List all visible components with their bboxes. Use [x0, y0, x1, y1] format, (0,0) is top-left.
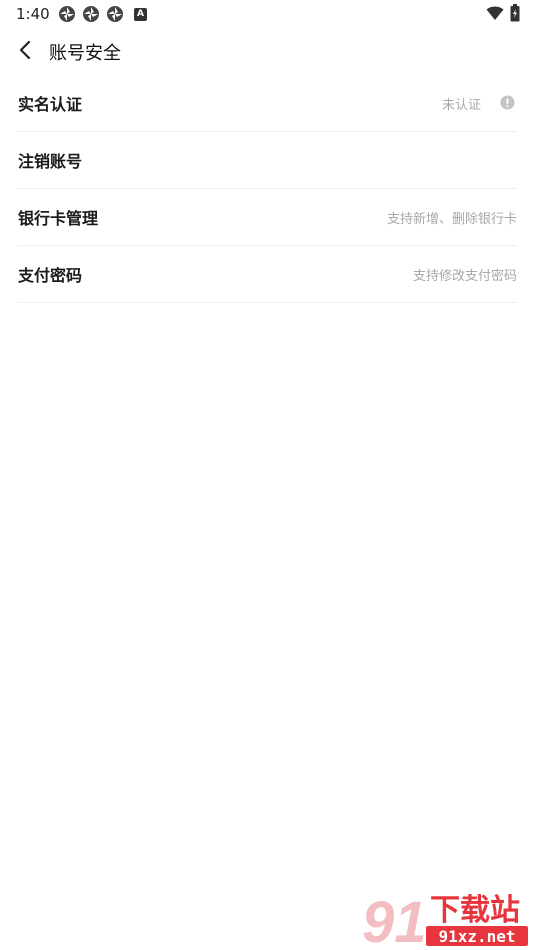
status-time: 1:40: [16, 5, 50, 23]
settings-item-label: 注销账号: [18, 152, 83, 171]
settings-item-bank-card-management[interactable]: 银行卡管理 支持新增、删除银行卡: [18, 189, 517, 246]
watermark-brand: 下载站: [430, 893, 520, 928]
watermark-logo-number: 91: [362, 890, 427, 948]
system-icons: [486, 4, 520, 22]
back-arrow-icon[interactable]: [14, 38, 38, 62]
app-a-icon: A: [134, 7, 147, 21]
info-icon[interactable]: [500, 95, 515, 110]
app-header: 账号安全: [0, 30, 534, 74]
settings-item-real-name-verification[interactable]: 实名认证 未认证: [18, 75, 517, 132]
settings-item-cancel-account[interactable]: 注销账号: [18, 132, 517, 189]
settings-item-label: 银行卡管理: [18, 209, 99, 228]
pinwheel-icon: [83, 6, 99, 22]
watermark-domain: 91xz.net: [438, 927, 515, 946]
settings-item-label: 实名认证: [18, 95, 83, 114]
pinwheel-icon: [107, 6, 123, 22]
settings-item-hint: 支持修改支付密码: [412, 269, 517, 284]
page-title: 账号安全: [49, 43, 121, 64]
status-bar: 1:40 A: [0, 0, 534, 28]
settings-item-hint: 支持新增、删除银行卡: [386, 212, 517, 227]
watermark-logo: 91 下载站 91xz.net: [362, 890, 528, 948]
settings-item-label: 支付密码: [18, 266, 83, 285]
settings-item-payment-password[interactable]: 支付密码 支持修改支付密码: [18, 246, 517, 303]
notification-icons: A: [58, 5, 147, 23]
settings-item-hint: 未认证: [441, 98, 481, 113]
battery-icon: [510, 4, 520, 22]
pinwheel-icon: [59, 6, 75, 22]
settings-list: 实名认证 未认证 注销账号 银行卡管理 支持新增、删除银行卡 支付密码 支持修改…: [18, 75, 517, 303]
wifi-icon: [486, 6, 504, 20]
